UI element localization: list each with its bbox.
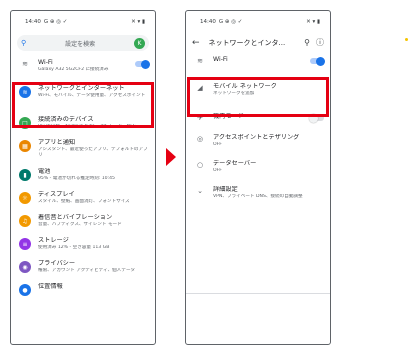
highlight-box-mobile-network <box>187 77 329 117</box>
privacy-title: プライバシー <box>38 260 76 267</box>
search-placeholder: 設定を検索 <box>65 40 96 48</box>
settings-item-sound[interactable]: ♫ 着信音とバイブレーション 音量、ハプティクス、サイレント モード <box>11 209 155 232</box>
data-saver-icon: ○ <box>196 161 204 169</box>
search-icon[interactable]: ⚲ <box>304 38 310 47</box>
sound-subtitle: 音量、ハプティクス、サイレント モード <box>38 222 122 227</box>
status-notification-icons: G ⊕ ◎ ✓ <box>218 19 243 25</box>
decorative-dot <box>405 38 408 41</box>
apps-subtitle: アシスタント、最近使ったアプリ、デフォルトのアプリ <box>38 147 148 158</box>
help-icon[interactable]: ⓘ <box>316 37 324 48</box>
status-notification-icons: G ⊕ ◎ ✓ <box>43 19 68 25</box>
apps-title: アプリと通知 <box>38 139 76 146</box>
battery-subtitle: 95% - 電池が切れる推定時刻: 10:45 <box>38 176 115 181</box>
wifi-title: Wi-Fi <box>213 56 228 63</box>
next-step-arrow <box>166 148 176 166</box>
sound-title: 着信音とバイブレーション <box>38 214 113 221</box>
settings-item-location[interactable]: ● 位置情報 <box>11 278 155 300</box>
wifi-subtitle: Galaxy A32 5G2CF2 に接続済み <box>38 67 109 72</box>
hotspot-title: アクセスポイントとテザリング <box>213 134 300 141</box>
display-title: ディスプレイ <box>38 191 75 198</box>
network-item-data-saver[interactable]: ○ データセーバー OFF <box>186 152 330 178</box>
battery-icon: ▮ <box>19 169 31 181</box>
settings-item-privacy[interactable]: ◉ プライバシー 権限、アカウント アクティビティ、個人データ <box>11 255 155 278</box>
data-saver-subtitle: OFF <box>213 168 222 173</box>
settings-search-bar[interactable]: ⚲ 設定を検索 K <box>17 35 149 51</box>
privacy-icon: ◉ <box>19 261 31 273</box>
status-time: 14:40 <box>200 19 216 25</box>
network-phone-screen: 14:40 G ⊕ ◎ ✓ ✕ ▾ ▮ ← ネットワークとインタ... ⚲ ⓘ … <box>185 10 331 345</box>
hotspot-icon: ◎ <box>196 135 204 143</box>
display-subtitle: スタイル、壁紙、画面消灯、フォントサイズ <box>38 199 130 204</box>
network-item-advanced[interactable]: ⌄ 詳細設定 VPN、プライベート DNS、接続の自動調整 <box>186 178 330 204</box>
wifi-toggle[interactable] <box>310 56 325 66</box>
wifi-title: Wi-Fi <box>38 59 53 66</box>
status-system-icons: ✕ ▾ ▮ <box>131 19 145 25</box>
battery-title: 電池 <box>38 168 51 175</box>
status-time: 14:40 <box>25 19 41 25</box>
back-arrow-icon[interactable]: ← <box>192 38 200 48</box>
highlight-box-network-internet <box>12 82 154 128</box>
storage-title: ストレージ <box>38 237 69 244</box>
advanced-subtitle: VPN、プライベート DNS、接続の自動調整 <box>213 194 303 199</box>
wifi-icon: ≋ <box>22 60 28 68</box>
divider <box>186 293 330 294</box>
network-item-hotspot[interactable]: ◎ アクセスポイントとテザリング OFF <box>186 126 330 152</box>
avatar[interactable]: K <box>134 37 145 49</box>
location-icon: ● <box>19 284 31 296</box>
network-item-wifi[interactable]: ≋ Wi-Fi <box>186 54 330 69</box>
settings-phone-screen: 14:40 G ⊕ ◎ ✓ ✕ ▾ ▮ ⚲ 設定を検索 K ≋ Wi-Fi Ga… <box>10 10 156 345</box>
sound-icon: ♫ <box>19 215 31 227</box>
hotspot-subtitle: OFF <box>213 142 222 147</box>
wifi-row[interactable]: ≋ Wi-Fi Galaxy A32 5G2CF2 に接続済み <box>11 55 155 77</box>
privacy-subtitle: 権限、アカウント アクティビティ、個人データ <box>38 268 136 273</box>
status-bar: 14:40 G ⊕ ◎ ✓ ✕ ▾ ▮ <box>186 15 330 29</box>
apps-icon: ▦ <box>19 140 31 152</box>
app-bar: ← ネットワークとインタ... ⚲ ⓘ <box>186 29 330 54</box>
settings-item-storage[interactable]: ≡ ストレージ 使用済み 12% - 空き容量 113 GB <box>11 232 155 255</box>
wifi-toggle[interactable] <box>135 59 150 69</box>
status-bar: 14:40 G ⊕ ◎ ✓ ✕ ▾ ▮ <box>11 15 155 29</box>
chevron-down-icon: ⌄ <box>197 187 203 195</box>
wifi-icon: ≋ <box>197 57 203 65</box>
storage-subtitle: 使用済み 12% - 空き容量 113 GB <box>38 245 110 250</box>
data-saver-title: データセーバー <box>213 160 257 167</box>
settings-item-battery[interactable]: ▮ 電池 95% - 電池が切れる推定時刻: 10:45 <box>11 163 155 186</box>
settings-item-apps-notifications[interactable]: ▦ アプリと通知 アシスタント、最近使ったアプリ、デフォルトのアプリ <box>11 134 155 163</box>
location-title: 位置情報 <box>38 283 63 290</box>
settings-item-display[interactable]: ☼ ディスプレイ スタイル、壁紙、画面消灯、フォントサイズ <box>11 186 155 209</box>
status-system-icons: ✕ ▾ ▮ <box>306 19 320 25</box>
page-title: ネットワークとインタ... <box>208 38 286 47</box>
storage-icon: ≡ <box>19 238 31 250</box>
advanced-title: 詳細設定 <box>213 186 238 193</box>
display-icon: ☼ <box>19 192 31 204</box>
